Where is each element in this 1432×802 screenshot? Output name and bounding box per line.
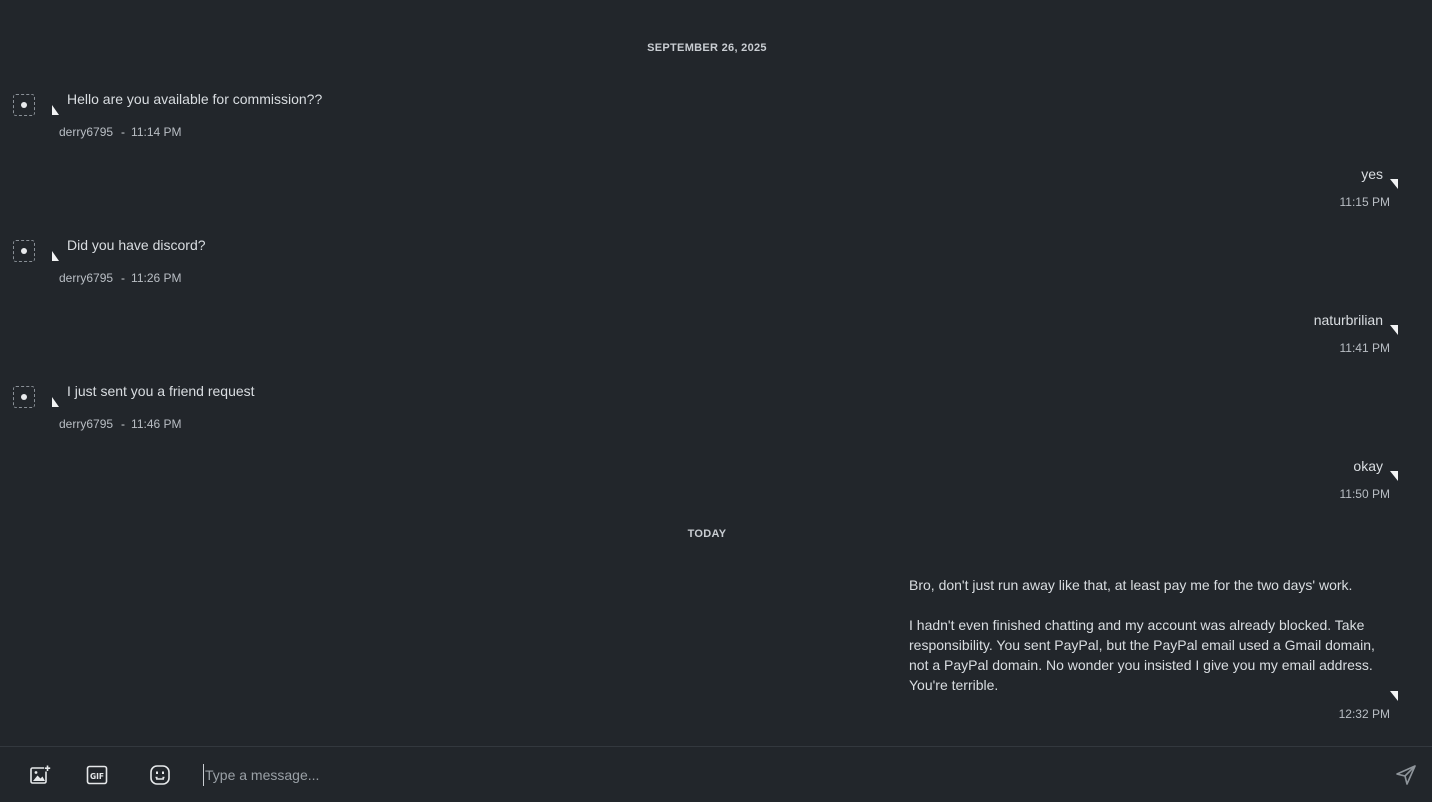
meta-separator: - bbox=[121, 417, 126, 431]
send-icon[interactable] bbox=[1395, 764, 1417, 786]
message-text: Did you have discord? bbox=[67, 237, 206, 253]
bubble-tail bbox=[52, 251, 59, 261]
gif-icon[interactable]: GIF bbox=[86, 764, 108, 786]
add-image-icon[interactable] bbox=[29, 764, 51, 786]
date-separator: SEPTEMBER 26, 2025 bbox=[647, 42, 767, 54]
meta-separator: - bbox=[121, 271, 126, 285]
message-meta: derry6795-11:46 PM bbox=[59, 417, 182, 431]
emoji-icon[interactable] bbox=[149, 764, 171, 786]
bubble-tail bbox=[52, 105, 59, 115]
message-text: I just sent you a friend request bbox=[67, 383, 255, 399]
avatar[interactable] bbox=[13, 94, 35, 116]
message-time: 11:15 PM bbox=[1339, 195, 1390, 209]
message-author[interactable]: derry6795 bbox=[59, 125, 113, 139]
message-time: 11:50 PM bbox=[1339, 487, 1390, 501]
message-text: yes bbox=[1361, 166, 1383, 182]
bubble-tail bbox=[1390, 325, 1398, 335]
message-time: 11:26 PM bbox=[131, 271, 182, 285]
message-text: Hello are you available for commission?? bbox=[67, 91, 323, 107]
message-paragraph: Bro, don't just run away like that, at l… bbox=[909, 577, 1353, 593]
message-text: naturbrilian bbox=[1313, 312, 1383, 328]
avatar[interactable] bbox=[13, 386, 35, 408]
message-time: 11:46 PM bbox=[131, 417, 182, 431]
message-author[interactable]: derry6795 bbox=[59, 417, 113, 431]
message-input[interactable] bbox=[203, 764, 1355, 786]
bubble-tail bbox=[52, 397, 59, 407]
bubble-tail bbox=[1390, 471, 1398, 481]
meta-separator: - bbox=[121, 125, 126, 139]
avatar[interactable] bbox=[13, 240, 35, 262]
message-time: 11:14 PM bbox=[131, 125, 182, 139]
bubble-tail bbox=[1390, 691, 1398, 701]
bubble-tail bbox=[1390, 179, 1398, 189]
message-text: okay bbox=[1353, 458, 1383, 474]
chat-window: SEPTEMBER 26, 2025 Hello are you availab… bbox=[0, 0, 1432, 802]
message-time: 11:41 PM bbox=[1339, 341, 1390, 355]
message-author[interactable]: derry6795 bbox=[59, 271, 113, 285]
gif-label: GIF bbox=[90, 772, 104, 781]
message-text: Bro, don't just run away like that, at l… bbox=[909, 575, 1389, 695]
message-meta: derry6795-11:26 PM bbox=[59, 271, 182, 285]
message-time: 12:32 PM bbox=[1338, 707, 1390, 721]
date-separator: TODAY bbox=[687, 528, 727, 540]
message-paragraph: I hadn't even finished chatting and my a… bbox=[909, 617, 1375, 693]
message-meta: derry6795-11:14 PM bbox=[59, 125, 182, 139]
message-composer: GIF bbox=[0, 746, 1432, 802]
